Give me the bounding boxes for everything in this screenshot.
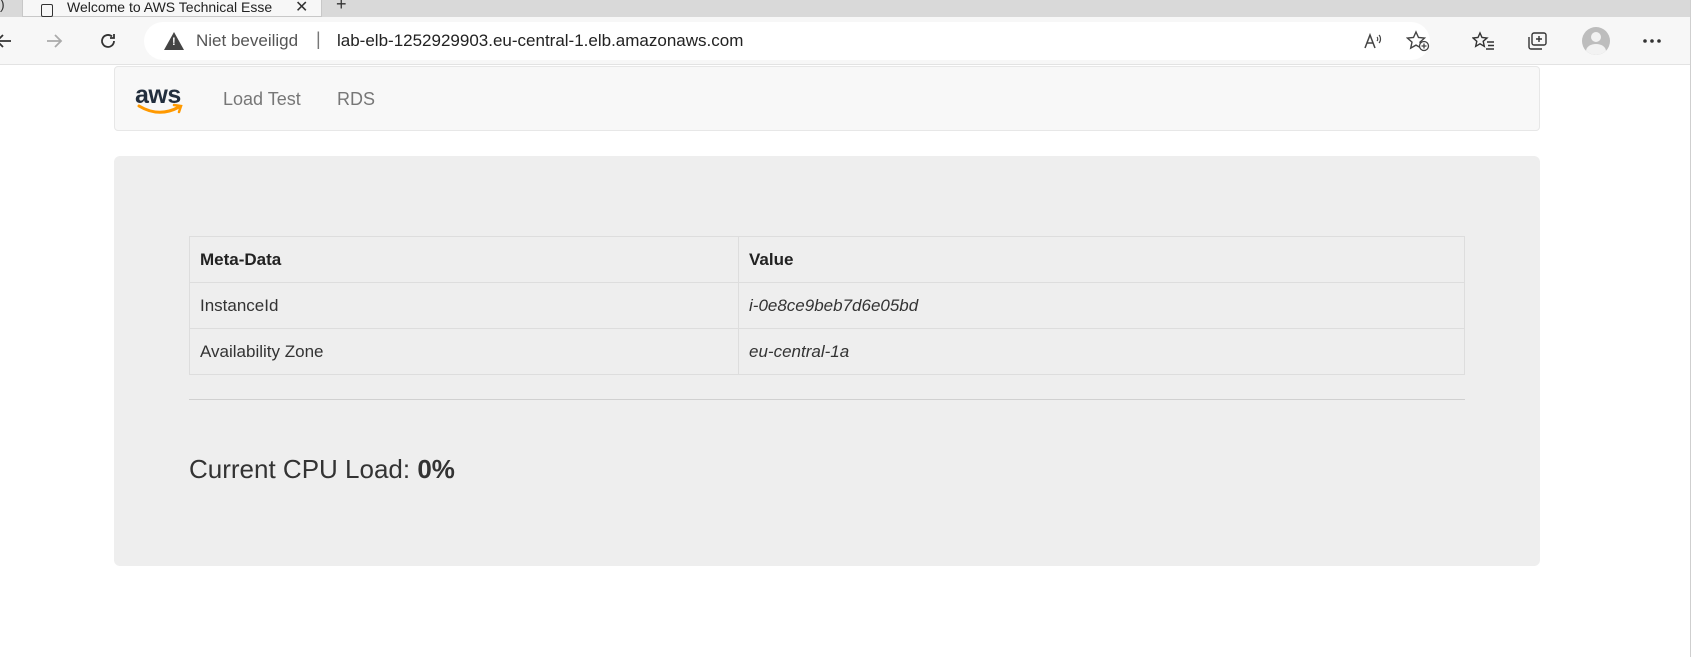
instance-info-panel: Meta-Data Value InstanceId i-0e8ce9beb7d… xyxy=(114,156,1540,566)
tab-close-icon[interactable]: ✕ xyxy=(295,0,308,17)
active-tab[interactable]: Welcome to AWS Technical Esse ✕ xyxy=(22,0,322,17)
address-bar[interactable]: Niet beveiligd | lab-elb-1252929903.eu-c… xyxy=(144,22,1430,60)
table-cell-key: Availability Zone xyxy=(189,328,739,375)
back-arrow-icon[interactable] xyxy=(0,27,18,55)
table-row: InstanceId i-0e8ce9beb7d6e05bd xyxy=(189,282,1465,329)
page-content: aws Load Test RDS Meta-Data Value Instan… xyxy=(0,66,1690,657)
security-label[interactable]: Niet beveiligd xyxy=(196,31,298,51)
new-tab-button[interactable]: + xyxy=(336,0,347,15)
table-cell-key: InstanceId xyxy=(189,282,739,329)
aws-smile-icon xyxy=(137,103,183,114)
table-cell-value: i-0e8ce9beb7d6e05bd xyxy=(738,282,1465,329)
column-header-value: Value xyxy=(738,236,1465,283)
avatar[interactable] xyxy=(1582,27,1610,55)
tab-title: Welcome to AWS Technical Esse xyxy=(67,0,273,15)
table-row: Availability Zone eu-central-1a xyxy=(189,328,1465,375)
url-text[interactable]: lab-elb-1252929903.eu-central-1.elb.amaz… xyxy=(337,31,743,51)
browser-toolbar: Niet beveiligd | lab-elb-1252929903.eu-c… xyxy=(0,17,1694,65)
more-icon[interactable] xyxy=(1638,27,1666,55)
collections-icon[interactable] xyxy=(1524,27,1552,55)
page-favicon-icon xyxy=(41,4,53,17)
side-panel-edge xyxy=(1690,0,1694,657)
column-header-meta-data: Meta-Data xyxy=(189,236,739,283)
divider xyxy=(189,399,1465,400)
profile-icon[interactable] xyxy=(1582,27,1610,55)
warning-icon[interactable] xyxy=(164,32,184,50)
nav-link-rds[interactable]: RDS xyxy=(337,89,375,110)
forward-arrow-icon[interactable] xyxy=(40,27,68,55)
add-favorite-icon[interactable] xyxy=(1405,30,1430,58)
cpu-load-value: 0% xyxy=(417,454,455,484)
previous-tab-edge[interactable]: ) xyxy=(0,0,5,12)
read-aloud-icon[interactable] xyxy=(1362,30,1384,58)
cpu-load: Current CPU Load: 0% xyxy=(189,454,455,485)
favorites-icon[interactable] xyxy=(1470,27,1498,55)
table-cell-value: eu-central-1a xyxy=(738,328,1465,375)
nav-link-load-test[interactable]: Load Test xyxy=(223,89,301,110)
address-separator: | xyxy=(316,29,321,49)
aws-logo[interactable]: aws xyxy=(135,81,187,117)
tab-strip: ) Welcome to AWS Technical Esse ✕ + xyxy=(0,0,1694,17)
site-navbar: aws Load Test RDS xyxy=(114,66,1540,131)
reload-icon[interactable] xyxy=(94,27,122,55)
cpu-load-label: Current CPU Load: xyxy=(189,454,418,484)
table-header-row: Meta-Data Value xyxy=(189,236,1465,283)
metadata-table: Meta-Data Value InstanceId i-0e8ce9beb7d… xyxy=(189,236,1465,375)
